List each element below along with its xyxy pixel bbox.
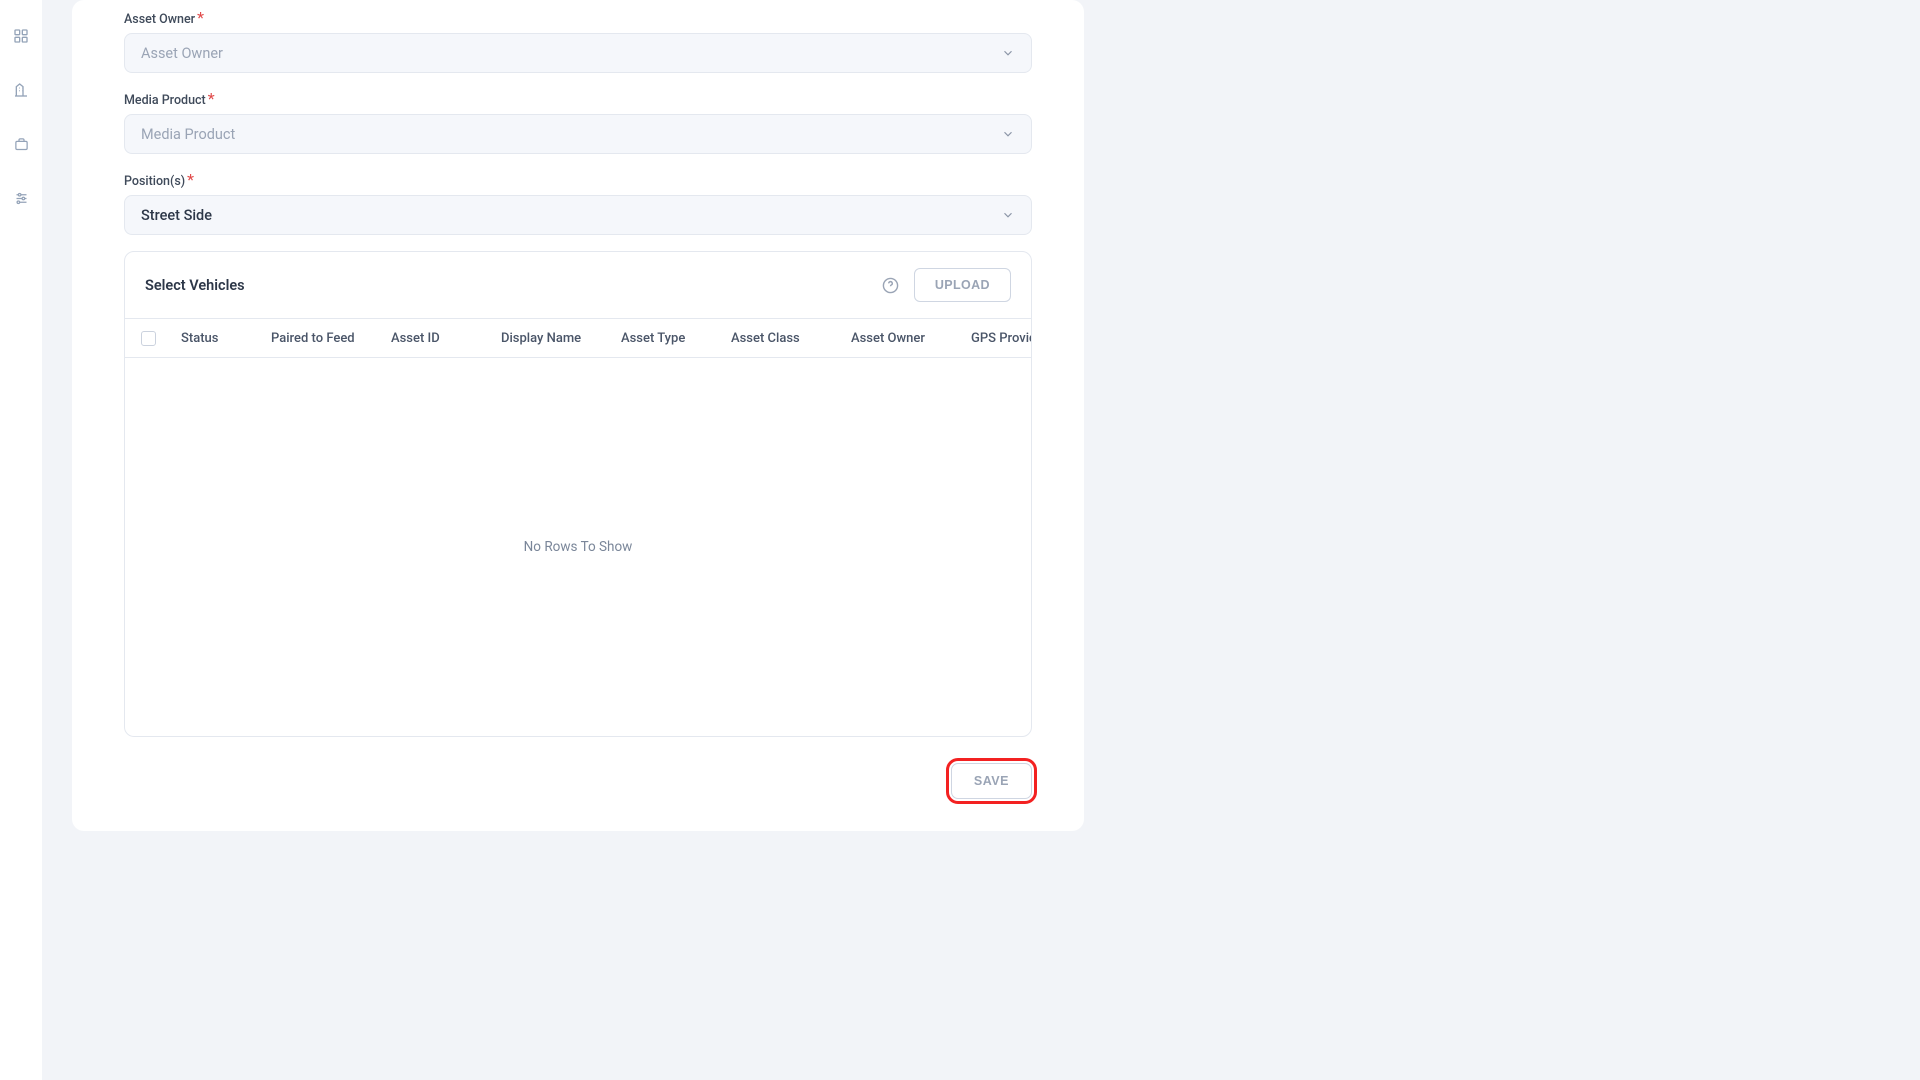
chevron-down-icon [1001, 46, 1015, 60]
asset-owner-select[interactable]: Asset Owner [124, 33, 1032, 73]
asset-owner-placeholder: Asset Owner [141, 45, 223, 62]
vehicles-title: Select Vehicles [145, 277, 245, 294]
vehicles-header: Select Vehicles UPLOAD [125, 252, 1031, 318]
vehicles-table-body: No Rows To Show [125, 358, 1031, 736]
field-asset-owner: Asset Owner* Asset Owner [124, 8, 1032, 73]
field-positions: Position(s)* Street Side [124, 170, 1032, 235]
required-marker: * [197, 8, 204, 27]
page-container: Asset Owner* Asset Owner Media Product* … [42, 0, 1920, 1080]
positions-label: Position(s) [124, 174, 185, 189]
col-status[interactable]: Status [181, 331, 271, 346]
briefcase-icon[interactable] [13, 136, 29, 152]
upload-button[interactable]: UPLOAD [914, 268, 1011, 302]
positions-select[interactable]: Street Side [124, 195, 1032, 235]
positions-value: Street Side [141, 207, 212, 224]
save-highlight: SAVE [949, 761, 1034, 801]
select-all-checkbox[interactable] [141, 331, 156, 346]
chevron-down-icon [1001, 208, 1015, 222]
vehicles-panel: Select Vehicles UPLOAD Status Paired to … [124, 251, 1032, 737]
col-paired-to-feed[interactable]: Paired to Feed [271, 331, 391, 346]
buildings-icon[interactable] [13, 82, 29, 98]
vehicles-actions: UPLOAD [882, 268, 1011, 302]
required-marker: * [208, 89, 215, 108]
col-gps-provider[interactable]: GPS Provider [971, 331, 1032, 346]
media-product-select[interactable]: Media Product [124, 114, 1032, 154]
col-display-name[interactable]: Display Name [501, 331, 621, 346]
required-marker: * [187, 170, 194, 189]
save-row: SAVE [72, 737, 1084, 801]
col-asset-id[interactable]: Asset ID [391, 331, 501, 346]
vehicles-table-head: Status Paired to Feed Asset ID Display N… [125, 318, 1031, 358]
dashboard-icon[interactable] [13, 28, 29, 44]
media-product-label: Media Product [124, 93, 206, 108]
chevron-down-icon [1001, 127, 1015, 141]
asset-owner-label: Asset Owner [124, 12, 195, 27]
save-button[interactable]: SAVE [951, 763, 1032, 799]
col-asset-class[interactable]: Asset Class [731, 331, 851, 346]
form-card: Asset Owner* Asset Owner Media Product* … [72, 0, 1084, 831]
help-icon[interactable] [882, 276, 900, 294]
empty-rows-text: No Rows To Show [524, 539, 633, 555]
field-media-product: Media Product* Media Product [124, 89, 1032, 154]
col-asset-type[interactable]: Asset Type [621, 331, 731, 346]
col-asset-owner[interactable]: Asset Owner [851, 331, 971, 346]
sliders-icon[interactable] [13, 190, 29, 206]
media-product-placeholder: Media Product [141, 126, 235, 143]
sidebar [0, 0, 42, 1080]
select-all-cell [135, 331, 181, 346]
